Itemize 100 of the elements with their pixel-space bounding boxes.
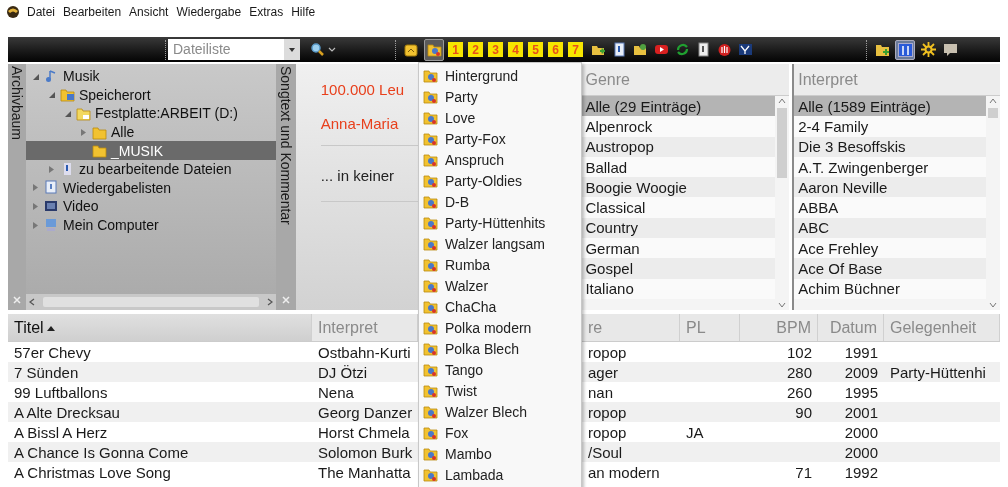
- list-item[interactable]: Boogie Woogie: [581, 177, 776, 198]
- folder-icon: [423, 110, 438, 125]
- columns-button[interactable]: [895, 39, 915, 60]
- menu-item[interactable]: Extras: [248, 3, 285, 21]
- tree-item[interactable]: Alle: [26, 122, 276, 142]
- scroll-down-icon[interactable]: [778, 300, 787, 310]
- horizontal-scrollbar[interactable]: [26, 294, 276, 310]
- menu-item[interactable]: Party-Oldies: [419, 170, 581, 191]
- menu-item[interactable]: Polka modern: [419, 317, 581, 338]
- tree-item[interactable]: Festplatte:ARBEIT (D:): [26, 104, 276, 123]
- vertical-scrollbar[interactable]: [986, 96, 1000, 310]
- table-cell: 99 Luftballons: [14, 384, 108, 400]
- list-item[interactable]: Alpenrock: [581, 116, 776, 137]
- tree-item[interactable]: Video: [26, 197, 276, 216]
- menu-item[interactable]: Rumba: [419, 254, 581, 275]
- folder-icon: [423, 173, 438, 188]
- menu-item[interactable]: Walzer Blech: [419, 401, 581, 422]
- menu-item[interactable]: Polka Blech: [419, 338, 581, 359]
- tree-item[interactable]: Musik: [26, 67, 276, 86]
- scrollbar-thumb[interactable]: [43, 297, 259, 307]
- list-item[interactable]: Alle (29 Einträge): [581, 96, 776, 117]
- list-item[interactable]: German: [581, 238, 776, 259]
- folder-add-icon[interactable]: [875, 42, 890, 57]
- settings-icon[interactable]: [921, 42, 936, 57]
- table-cell: ropop: [588, 424, 627, 440]
- collapsed-arrow-icon[interactable]: [80, 128, 87, 136]
- expanded-arrow-icon[interactable]: [64, 110, 71, 117]
- document-icon[interactable]: [612, 42, 627, 57]
- list-item[interactable]: ABC: [794, 217, 986, 239]
- folder-icon: [423, 89, 438, 104]
- record-icon[interactable]: [717, 42, 732, 57]
- table-cell: 260: [786, 384, 812, 400]
- menu-item[interactable]: Party-Fox: [419, 128, 581, 149]
- list-item[interactable]: Alle (1589 Einträge): [794, 96, 986, 117]
- menu-item[interactable]: Lambada: [419, 464, 581, 485]
- collapsed-arrow-icon[interactable]: [48, 165, 55, 173]
- collapsed-arrow-icon[interactable]: [32, 221, 39, 229]
- tree-item[interactable]: _MUSIK: [26, 141, 276, 160]
- scrollbar-thumb[interactable]: [988, 108, 998, 118]
- menu-item[interactable]: Party-Hüttenhits: [419, 212, 581, 233]
- scroll-right-icon[interactable]: [266, 298, 273, 306]
- search-icon[interactable]: [310, 41, 338, 58]
- list-item[interactable]: A.T. Zwingenberger: [794, 156, 986, 178]
- collapsed-arrow-icon[interactable]: [32, 184, 39, 192]
- menu-item[interactable]: Wiedergabe: [175, 3, 243, 21]
- refresh-icon[interactable]: [675, 42, 690, 57]
- list-item[interactable]: Gospel: [581, 258, 776, 279]
- menu-item[interactable]: ChaCha: [419, 296, 581, 317]
- list-item[interactable]: 2-4 Family: [794, 116, 986, 137]
- document-icon[interactable]: [696, 42, 711, 57]
- vertical-scrollbar[interactable]: [775, 96, 790, 310]
- menu-item[interactable]: Love: [419, 107, 581, 128]
- menu-item[interactable]: Walzer langsam: [419, 233, 581, 254]
- menu-item[interactable]: Bearbeiten: [62, 3, 123, 21]
- tree-item[interactable]: Speicherort: [26, 85, 276, 105]
- menu-item[interactable]: Anspruch: [419, 149, 581, 170]
- tree-item[interactable]: zu bearbeitende Dateien: [26, 159, 276, 179]
- tree-item[interactable]: Wiedergabelisten: [26, 178, 276, 198]
- folder-icon: [423, 68, 438, 83]
- tag-menu-button[interactable]: [424, 38, 444, 61]
- menu-item[interactable]: Hintergrund: [419, 65, 581, 86]
- view-select[interactable]: Dateiliste: [168, 39, 300, 60]
- menu-item[interactable]: Twist: [419, 380, 581, 401]
- folder-icon[interactable]: [633, 42, 648, 57]
- list-item[interactable]: Ace Of Base: [794, 258, 986, 279]
- note-icon[interactable]: [404, 42, 418, 57]
- menu-item[interactable]: Tango: [419, 359, 581, 380]
- column-header[interactable]: Titel: [8, 314, 312, 341]
- scroll-left-icon[interactable]: [29, 298, 35, 306]
- table-cell: A Christmas Love Song: [14, 464, 171, 480]
- play-icon[interactable]: [654, 42, 669, 57]
- menu-item[interactable]: Hilfe: [290, 3, 317, 21]
- list-item[interactable]: Ace Frehley: [794, 238, 986, 259]
- folder-icon: [423, 341, 438, 356]
- table-cell: A Alte Drecksau: [14, 404, 120, 420]
- tree-item[interactable]: Mein Computer: [26, 215, 276, 235]
- scroll-up-icon[interactable]: [989, 96, 997, 106]
- scroll-up-icon[interactable]: [778, 96, 787, 106]
- scrollbar-thumb[interactable]: [777, 108, 788, 178]
- collapsed-arrow-icon[interactable]: [32, 202, 39, 210]
- table-cell: 1992: [844, 464, 878, 480]
- menu-item[interactable]: Party: [419, 86, 581, 107]
- expanded-arrow-icon[interactable]: [32, 72, 39, 80]
- menu-item[interactable]: Ansicht: [128, 3, 170, 21]
- menu-item[interactable]: Datei: [26, 3, 56, 21]
- list-item[interactable]: Die 3 Besoffskis: [794, 136, 986, 157]
- list-item[interactable]: Aaron Neville: [794, 177, 986, 198]
- antenna-icon[interactable]: [738, 42, 753, 57]
- menu-item[interactable]: Mambo: [419, 443, 581, 464]
- scroll-down-icon[interactable]: [989, 300, 997, 310]
- list-item[interactable]: ABBA: [794, 197, 986, 218]
- list-item[interactable]: Achim Büchner: [794, 278, 986, 299]
- list-item[interactable]: Classical: [581, 197, 776, 218]
- table-cell: 2001: [844, 404, 878, 420]
- menu-item[interactable]: Fox: [419, 422, 581, 443]
- expanded-arrow-icon[interactable]: [48, 91, 55, 99]
- folder-icon: [423, 131, 438, 146]
- menu-item[interactable]: D-B: [419, 191, 581, 212]
- menu-item[interactable]: Walzer: [419, 275, 581, 296]
- comment-icon[interactable]: [943, 42, 958, 57]
